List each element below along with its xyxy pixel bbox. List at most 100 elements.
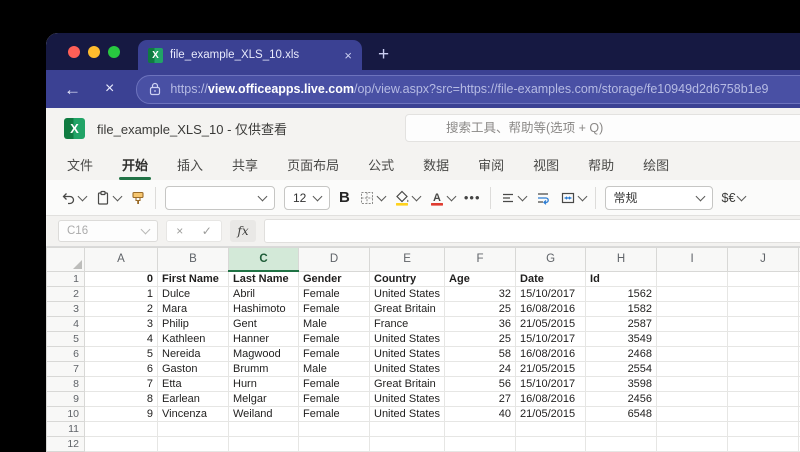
cell-H9[interactable]: 2456 — [585, 391, 658, 407]
row-header-2[interactable]: 2 — [46, 286, 85, 302]
row-header-9[interactable]: 9 — [46, 391, 85, 407]
row-header-12[interactable]: 12 — [46, 436, 85, 452]
menu-tab-视图[interactable]: 视图 — [532, 149, 560, 180]
cell-F1[interactable]: Age — [444, 270, 517, 287]
cell-J2[interactable] — [727, 286, 800, 302]
cell-E12[interactable] — [368, 436, 446, 452]
cell-H7[interactable]: 2554 — [585, 361, 658, 377]
menu-tab-审阅[interactable]: 审阅 — [477, 149, 505, 180]
cell-C6[interactable]: Magwood — [228, 346, 299, 362]
cell-D12[interactable] — [298, 436, 370, 452]
menu-tab-开始[interactable]: 开始 — [119, 149, 152, 180]
cell-F4[interactable]: 36 — [444, 316, 517, 332]
cell-I12[interactable] — [656, 436, 729, 452]
cell-C2[interactable]: Abril — [228, 286, 299, 302]
row-header-1[interactable]: 1 — [46, 270, 85, 287]
cell-A6[interactable]: 5 — [84, 346, 158, 362]
cell-G4[interactable]: 21/05/2015 — [515, 316, 587, 332]
browser-tab[interactable]: X file_example_XLS_10.xls × — [138, 40, 362, 70]
cell-I3[interactable] — [656, 301, 729, 317]
cell-C10[interactable]: Weiland — [228, 406, 299, 422]
cell-D2[interactable]: Female — [298, 286, 370, 302]
more-options-button[interactable]: ••• — [464, 190, 481, 205]
cell-I4[interactable] — [656, 316, 729, 332]
cell-A10[interactable]: 9 — [84, 406, 158, 422]
cell-A4[interactable]: 3 — [84, 316, 158, 332]
cell-C11[interactable] — [228, 421, 299, 437]
menu-tab-共享[interactable]: 共享 — [231, 149, 259, 180]
cell-E5[interactable]: United States — [368, 331, 446, 347]
cell-H12[interactable] — [585, 436, 658, 452]
address-bar[interactable]: https://view.officeapps.live.com/op/view… — [136, 74, 800, 104]
cell-G8[interactable]: 15/10/2017 — [515, 376, 587, 392]
cell-E10[interactable]: United States — [368, 406, 446, 422]
stop-button[interactable]: × — [105, 81, 114, 97]
column-header-B[interactable]: B — [157, 247, 229, 272]
formula-input[interactable] — [264, 219, 800, 243]
cell-D5[interactable]: Female — [298, 331, 370, 347]
cell-D1[interactable]: Gender — [298, 270, 370, 287]
cell-C1[interactable]: Last Name — [228, 270, 299, 287]
cell-G7[interactable]: 21/05/2015 — [515, 361, 587, 377]
tab-close-icon[interactable]: × — [344, 49, 352, 62]
cell-I9[interactable] — [656, 391, 729, 407]
cell-B8[interactable]: Etta — [157, 376, 229, 392]
cell-A12[interactable] — [84, 436, 158, 452]
cell-E6[interactable]: United States — [368, 346, 446, 362]
cell-I5[interactable] — [656, 331, 729, 347]
cancel-button[interactable]: × — [176, 224, 183, 238]
font-name-combo[interactable] — [165, 185, 275, 210]
cell-A1[interactable]: 0 — [84, 270, 158, 287]
column-header-G[interactable]: G — [515, 247, 587, 272]
row-header-7[interactable]: 7 — [46, 361, 85, 377]
cell-G12[interactable] — [515, 436, 587, 452]
font-color-button[interactable]: A — [429, 190, 457, 206]
cell-E11[interactable] — [368, 421, 446, 437]
cell-D10[interactable]: Female — [298, 406, 370, 422]
back-button[interactable]: ← — [64, 81, 81, 98]
cell-B6[interactable]: Nereida — [157, 346, 229, 362]
row-header-6[interactable]: 6 — [46, 346, 85, 362]
cell-J1[interactable] — [727, 270, 800, 287]
search-input[interactable] — [405, 114, 800, 142]
zoom-window-button[interactable] — [108, 46, 120, 58]
cell-A8[interactable]: 7 — [84, 376, 158, 392]
name-box[interactable]: C16 — [58, 220, 158, 242]
cell-F11[interactable] — [444, 421, 517, 437]
fill-color-button[interactable] — [394, 190, 422, 206]
cell-H3[interactable]: 1582 — [585, 301, 658, 317]
cell-D11[interactable] — [298, 421, 370, 437]
column-header-J[interactable]: J — [727, 247, 800, 272]
cell-E2[interactable]: United States — [368, 286, 446, 302]
cell-G3[interactable]: 16/08/2016 — [515, 301, 587, 317]
column-header-A[interactable]: A — [84, 247, 158, 272]
cell-H11[interactable] — [585, 421, 658, 437]
column-header-E[interactable]: E — [368, 247, 446, 272]
cell-B5[interactable]: Kathleen — [157, 331, 229, 347]
wrap-text-button[interactable] — [535, 190, 551, 206]
cell-B12[interactable] — [157, 436, 229, 452]
cell-F12[interactable] — [444, 436, 517, 452]
menu-tab-插入[interactable]: 插入 — [176, 149, 204, 180]
cell-F8[interactable]: 56 — [444, 376, 517, 392]
cell-A5[interactable]: 4 — [84, 331, 158, 347]
cell-G6[interactable]: 16/08/2016 — [515, 346, 587, 362]
align-button[interactable] — [500, 190, 527, 206]
menu-tab-绘图[interactable]: 绘图 — [642, 149, 670, 180]
cell-B10[interactable]: Vincenza — [157, 406, 229, 422]
cell-D8[interactable]: Female — [298, 376, 370, 392]
row-header-5[interactable]: 5 — [46, 331, 85, 347]
cell-C5[interactable]: Hanner — [228, 331, 299, 347]
row-header-4[interactable]: 4 — [46, 316, 85, 332]
cell-E9[interactable]: United States — [368, 391, 446, 407]
cell-H8[interactable]: 3598 — [585, 376, 658, 392]
font-size-combo[interactable]: 12 — [284, 185, 330, 210]
cell-F2[interactable]: 32 — [444, 286, 517, 302]
menu-tab-帮助[interactable]: 帮助 — [587, 149, 615, 180]
cell-I6[interactable] — [656, 346, 729, 362]
cell-F3[interactable]: 25 — [444, 301, 517, 317]
number-format-combo[interactable]: 常规 — [604, 185, 713, 210]
merge-cells-button[interactable] — [560, 190, 587, 206]
cell-I1[interactable] — [656, 270, 729, 287]
cell-H6[interactable]: 2468 — [585, 346, 658, 362]
